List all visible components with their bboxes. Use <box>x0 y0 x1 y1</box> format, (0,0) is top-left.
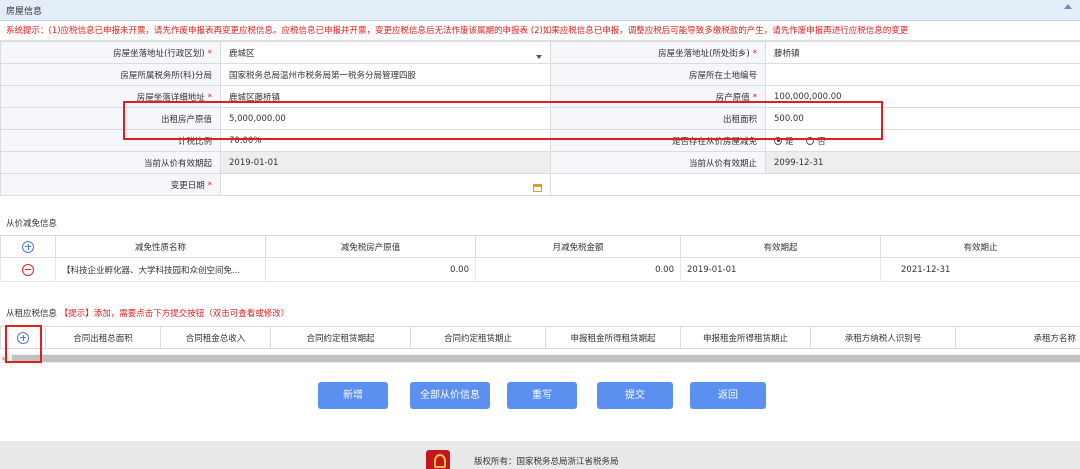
house-info-title: 房屋信息 <box>6 6 43 17</box>
col-header-valid-to: 有效期止 <box>880 235 1080 258</box>
remove-circle-icon[interactable] <box>22 263 34 276</box>
rent-section-title-text: 从租应税信息 <box>6 309 58 319</box>
location-street-field[interactable]: 藤桥镇 <box>765 41 1080 64</box>
col-header-total-area: 合同出租总面积 <box>45 326 161 349</box>
row-valid-from: 2019-01-01 <box>680 257 881 282</box>
dropdown-arrow-icon[interactable] <box>536 54 542 59</box>
location-district-label: 房屋坐落地址(行政区划) * <box>0 41 221 64</box>
location-district-select[interactable]: 鹿城区 <box>220 41 551 64</box>
rent-grid: 合同出租总面积 合同租金总收入 合同约定租赁期起 合同约定租赁期止 申报租金所得… <box>0 326 1080 349</box>
col-header-original-value: 减免税房产原值 <box>265 235 476 258</box>
col-header-contract-from: 合同约定租赁期起 <box>270 326 411 349</box>
col-header-declare-from: 申报租金所得租赁期起 <box>545 326 681 349</box>
valid-from-label: 当前从价有效期起 <box>0 151 221 174</box>
highlight-annotation-rent <box>123 101 883 140</box>
add-button[interactable]: 新增 <box>318 382 388 409</box>
col-header-monthly-amount: 月减免税金额 <box>475 235 681 258</box>
highlight-annotation-add <box>5 325 42 363</box>
calendar-icon[interactable] <box>533 183 542 192</box>
footer: 版权所有：国家税务总局浙江省税务局 <box>0 441 1080 469</box>
remove-row-cell <box>0 257 56 282</box>
ad-valorem-grid: 减免性质名称 减免税房产原值 月减免税金额 有效期起 有效期止 【科技企业孵化器… <box>0 235 1080 282</box>
reset-button[interactable]: 重写 <box>507 382 577 409</box>
submit-button[interactable]: 提交 <box>597 382 673 409</box>
scroll-thumb[interactable] <box>12 355 1080 362</box>
col-header-valid-from: 有效期起 <box>680 235 881 258</box>
valid-to-value: 2099-12-31 <box>765 151 1080 174</box>
col-header-contract-to: 合同约定租赁期止 <box>410 326 546 349</box>
tax-office-value: 国家税务总局温州市税务局第一税务分局管理四股 <box>220 63 551 86</box>
col-header-tenant-id: 承租方纳税人识别号 <box>810 326 956 349</box>
row-original-value: 0.00 <box>265 257 476 282</box>
change-date-label: 变更日期 * <box>0 173 221 196</box>
tax-emblem-icon <box>426 450 450 469</box>
rent-section-title: 从租应税信息 【提示】添加，需要点击下方提交按钮（双击可查看或修改） <box>0 307 289 319</box>
col-header-tenant-name: 承租方名称 <box>955 326 1080 349</box>
valid-to-label: 当前从价有效期止 <box>550 151 766 174</box>
row-valid-to: 2021-12-31 <box>880 257 1080 282</box>
system-notice: 系统提示：(1)应税信息已申报未开票，请先作废申报表再变更应税信息。应税信息已申… <box>0 21 1080 41</box>
add-circle-icon[interactable] <box>22 240 34 253</box>
collapse-arrow-icon[interactable] <box>1064 4 1072 9</box>
rent-section-hint: 【提示】添加，需要点击下方提交按钮（双击可查看或修改） <box>59 309 290 319</box>
empty-cell <box>550 173 1080 196</box>
valid-from-value: 2019-01-01 <box>220 151 551 174</box>
land-number-field[interactable] <box>765 63 1080 86</box>
location-street-label: 房屋坐落地址(所处街乡) * <box>550 41 766 64</box>
house-info-header[interactable]: 房屋信息 <box>0 0 1080 21</box>
col-header-name: 减免性质名称 <box>55 235 266 258</box>
all-ad-valorem-button[interactable]: 全部从价信息 <box>410 382 490 409</box>
row-name: 【科技企业孵化器、大学科技园和众创空间免... <box>55 257 266 282</box>
copyright-text: 版权所有：国家税务总局浙江省税务局 <box>474 457 619 467</box>
row-monthly-amount: 0.00 <box>475 257 681 282</box>
table-row[interactable]: 【科技企业孵化器、大学科技园和众创空间免... 0.00 0.00 2019-0… <box>0 257 1080 282</box>
ad-valorem-title: 从价减免信息 <box>6 219 58 229</box>
back-button[interactable]: 返回 <box>690 382 766 409</box>
col-header-declare-to: 申报租金所得租赁期止 <box>680 326 811 349</box>
horizontal-scrollbar[interactable]: ‹ <box>0 354 1080 363</box>
tax-office-label: 房屋所属税务所(科)分局 <box>0 63 221 86</box>
change-date-input[interactable] <box>220 173 551 196</box>
add-ad-valorem-cell <box>0 235 56 258</box>
land-number-label: 房屋所在土地编号 <box>550 63 766 86</box>
col-header-total-income: 合同租金总收入 <box>160 326 271 349</box>
